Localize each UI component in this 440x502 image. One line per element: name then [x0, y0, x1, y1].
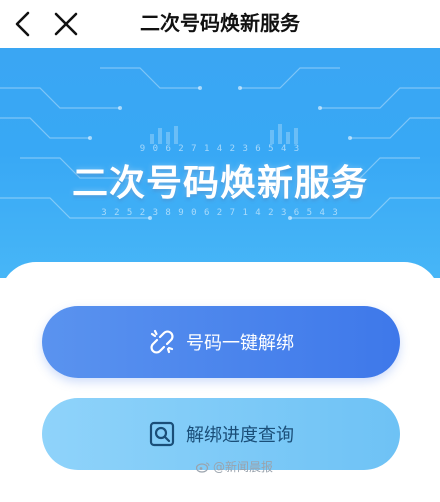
watermark-text: @新闻晨报 — [213, 460, 274, 474]
watermark: @新闻晨报 — [196, 458, 273, 475]
banner: 9 0 6 2 7 1 4 2 3 6 5 4 3 二次号码焕新服务 3 2 5… — [0, 48, 440, 278]
weibo-icon — [196, 462, 210, 473]
header-bar: 二次号码焕新服务 — [0, 0, 440, 48]
chevron-left-icon — [15, 11, 30, 37]
unlink-icon — [150, 329, 174, 354]
unbind-number-button[interactable]: 号码一键解绑 — [42, 306, 400, 378]
back-button[interactable] — [6, 6, 42, 42]
banner-digits-bottom: 3 2 5 2 3 8 9 0 6 2 7 1 4 2 3 6 5 4 3 — [101, 208, 339, 218]
close-button[interactable] — [48, 6, 84, 42]
unbind-number-label: 号码一键解绑 — [186, 333, 294, 354]
close-icon — [54, 12, 78, 36]
banner-digits-top: 9 0 6 2 7 1 4 2 3 6 5 4 3 — [139, 144, 301, 154]
unbind-progress-label: 解绑进度查询 — [186, 425, 294, 446]
search-icon — [149, 421, 175, 447]
banner-title: 二次号码焕新服务 — [71, 163, 368, 204]
